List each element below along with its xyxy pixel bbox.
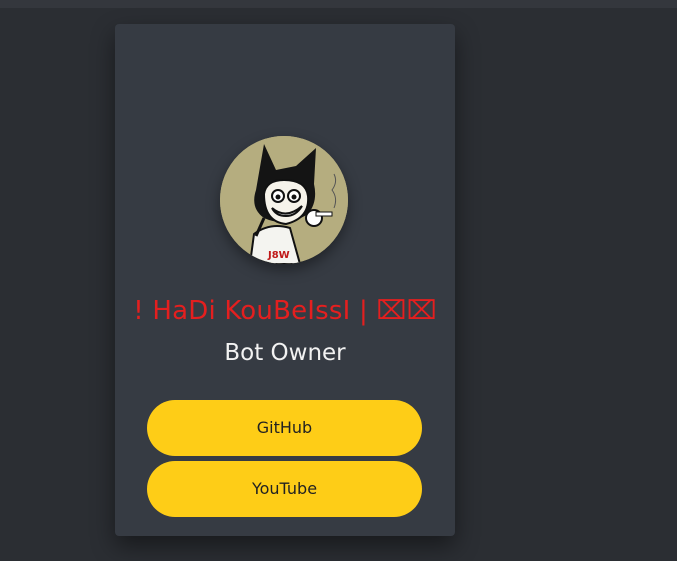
cartoon-avatar-icon: J8W: [220, 136, 348, 264]
top-bar: [0, 0, 677, 8]
youtube-button[interactable]: YouTube: [147, 461, 422, 517]
svg-text:J8W: J8W: [267, 250, 290, 261]
display-name: ! HaDi KouBeIssI | ⌧⌧: [133, 296, 437, 326]
github-button[interactable]: GitHub: [147, 400, 422, 456]
avatar: J8W: [220, 136, 348, 264]
role-title: Bot Owner: [224, 340, 346, 366]
profile-card: J8W ! HaDi KouBeIssI | ⌧⌧ Bot Owner GitH…: [115, 24, 455, 536]
